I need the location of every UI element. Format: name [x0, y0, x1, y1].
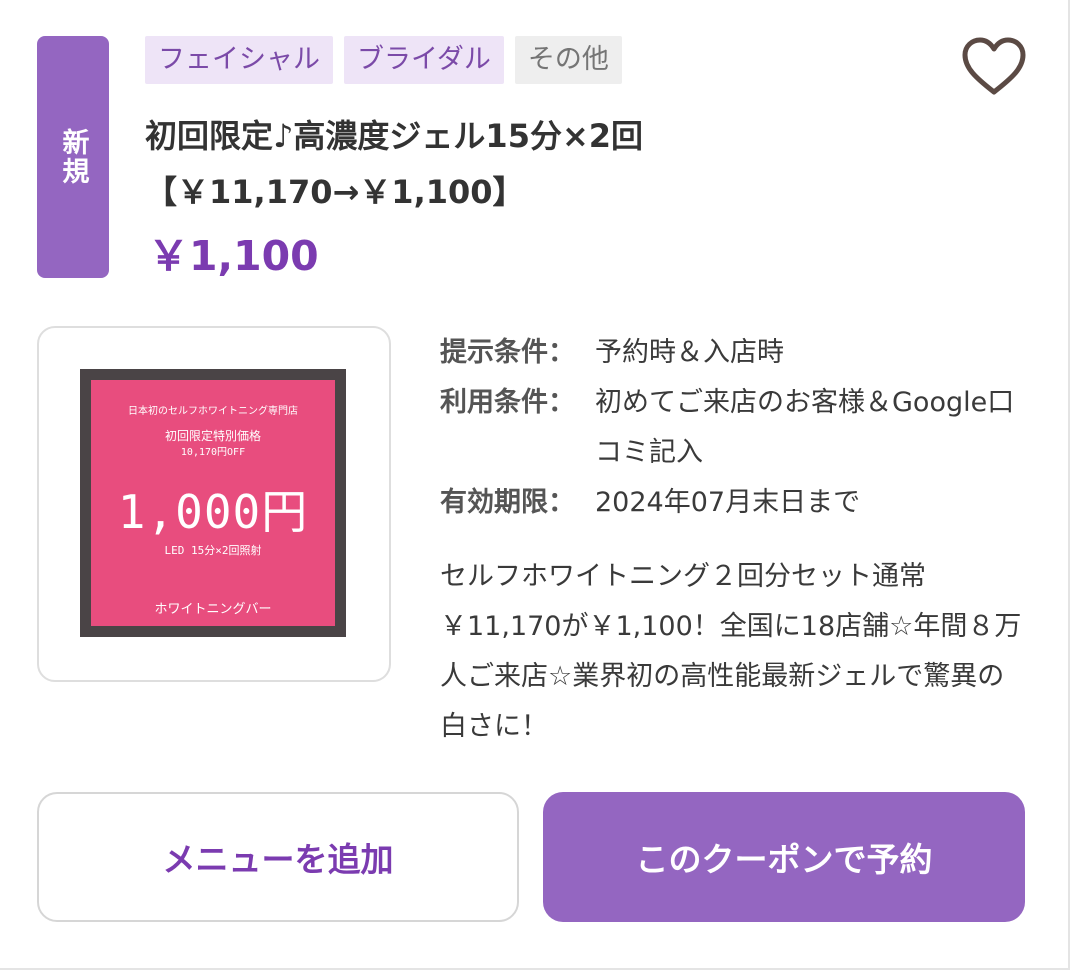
add-menu-button[interactable]: メニューを追加 — [37, 792, 519, 922]
category-tags: フェイシャル ブライダル その他 — [145, 36, 622, 84]
coupon-description: セルフホワイトニング２回分セット通常￥11,170が￥1,100！全国に18店舗… — [440, 561, 1022, 742]
image-sub-text-2: 10,170円OFF — [180, 447, 246, 458]
image-sub-text-1: 初回限定特別価格 — [164, 429, 261, 443]
condition-value: 予約時＆入店時 — [595, 337, 784, 368]
image-led-text: LED 15分×2回照射 — [164, 544, 262, 557]
reserve-with-coupon-button[interactable]: このクーポンで予約 — [543, 792, 1025, 922]
tag-facial: フェイシャル — [145, 36, 333, 84]
image-big-price: 1,000円 — [117, 485, 309, 539]
image-brand-text: ホワイトニングバー — [154, 602, 272, 617]
tag-bridal: ブライダル — [344, 36, 504, 84]
image-top-text: 日本初のセルフホワイトニング専門店 — [128, 406, 298, 417]
coupon-card: 新規 フェイシャル ブライダル その他 初回限定♪高濃度ジェル15分×2回【￥1… — [0, 0, 1070, 970]
condition-label: 有効期限： — [440, 487, 575, 518]
condition-value: 初めてご来店のお客様＆Google口コミ記入 — [595, 387, 1015, 468]
tag-other: その他 — [514, 36, 622, 84]
condition-row-expiry: 有効期限： 2024年07月末日まで — [440, 478, 1040, 528]
condition-row-present: 提示条件： 予約時＆入店時 — [440, 328, 1040, 378]
condition-row-usage: 利用条件： 初めてご来店のお客様＆Google口コミ記入 — [440, 378, 1040, 478]
coupon-image: 日本初のセルフホワイトニング専門店 初回限定特別価格 10,170円OFF 1,… — [80, 369, 346, 637]
condition-label: 利用条件： — [440, 387, 575, 418]
condition-label: 提示条件： — [440, 337, 575, 368]
coupon-conditions: 提示条件： 予約時＆入店時 利用条件： 初めてご来店のお客様＆Google口コミ… — [440, 328, 1040, 528]
heart-icon[interactable] — [960, 36, 1028, 98]
coupon-image-inner: 日本初のセルフホワイトニング専門店 初回限定特別価格 10,170円OFF 1,… — [91, 380, 335, 626]
coupon-price: ￥1,100 — [148, 232, 319, 280]
condition-value: 2024年07月末日まで — [595, 487, 861, 518]
new-badge: 新規 — [37, 36, 109, 278]
coupon-title: 初回限定♪高濃度ジェル15分×2回【￥11,170→￥1,100】 — [145, 117, 644, 211]
new-badge-label: 新規 — [57, 128, 89, 186]
